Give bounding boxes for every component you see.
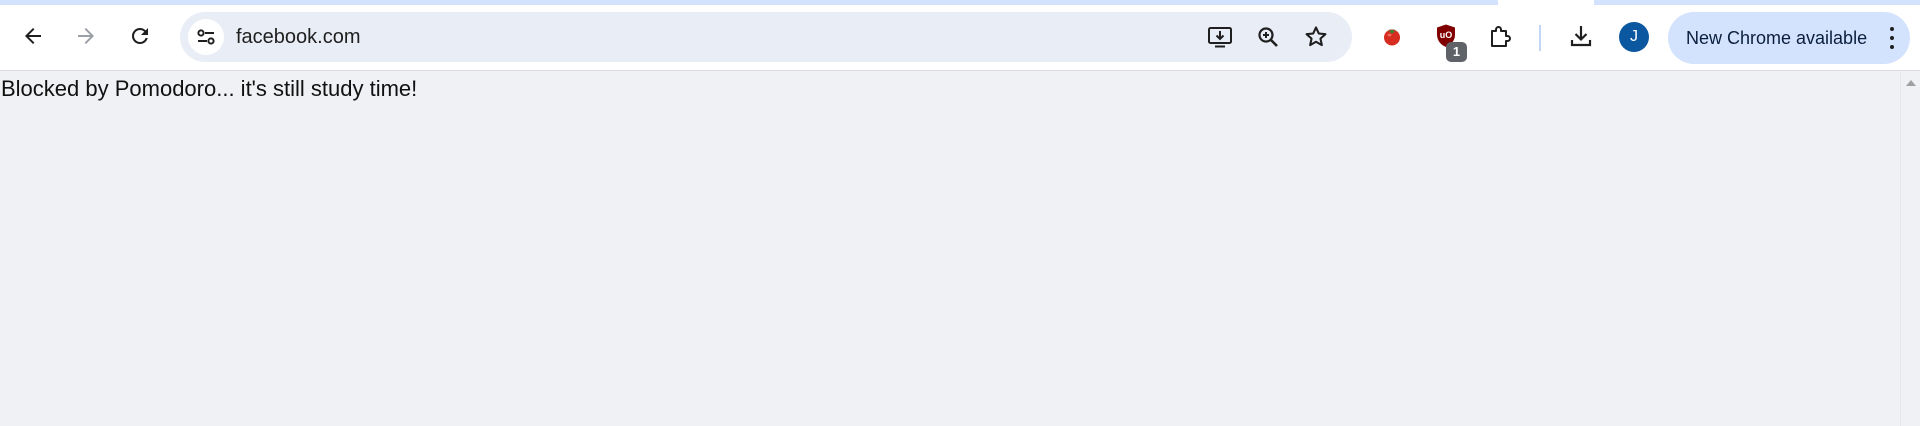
reload-icon: [131, 27, 148, 44]
back-button[interactable]: [13, 16, 53, 56]
page-content: Blocked by Pomodoro... it's still study …: [0, 71, 1900, 426]
tomato-icon: [1384, 28, 1400, 46]
zoom-button[interactable]: [1248, 17, 1288, 57]
arrow-left-icon: [25, 28, 41, 44]
toolbar-divider: [1539, 25, 1541, 51]
downloads-button[interactable]: [1561, 16, 1601, 56]
ublock-count-badge: 1: [1446, 42, 1467, 62]
reload-button[interactable]: [120, 16, 160, 56]
profile-avatar[interactable]: J: [1619, 22, 1649, 52]
more-vert-icon: [1888, 27, 1896, 49]
vertical-scrollbar[interactable]: [1900, 71, 1920, 426]
scroll-up-arrow-icon[interactable]: [1906, 80, 1916, 86]
blocked-message: Blocked by Pomodoro... it's still study …: [1, 76, 418, 101]
address-bar[interactable]: facebook.com: [180, 12, 1352, 62]
pomodoro-extension-button[interactable]: [1372, 16, 1412, 56]
arrow-right-icon: [78, 28, 94, 44]
bookmark-button[interactable]: [1296, 17, 1336, 57]
install-desktop-icon: [1208, 27, 1232, 48]
extensions-button[interactable]: [1480, 16, 1520, 56]
install-app-button[interactable]: [1200, 17, 1240, 57]
site-info-button[interactable]: [188, 19, 224, 55]
download-icon: [1570, 26, 1592, 47]
browser-toolbar: facebook.com uO 1 J New Chrome available: [0, 5, 1920, 71]
tune-icon: [197, 29, 215, 45]
svg-text:uO: uO: [1440, 30, 1453, 40]
forward-button[interactable]: [66, 16, 106, 56]
url-text[interactable]: facebook.com: [236, 12, 361, 62]
update-label: New Chrome available: [1686, 28, 1868, 48]
zoom-in-icon: [1258, 27, 1278, 47]
star-icon: [1305, 26, 1327, 47]
browser-window: facebook.com uO 1 J New Chrome available…: [0, 0, 1920, 426]
new-chrome-available-button[interactable]: New Chrome available: [1668, 12, 1910, 64]
puzzle-icon: [1491, 26, 1511, 47]
